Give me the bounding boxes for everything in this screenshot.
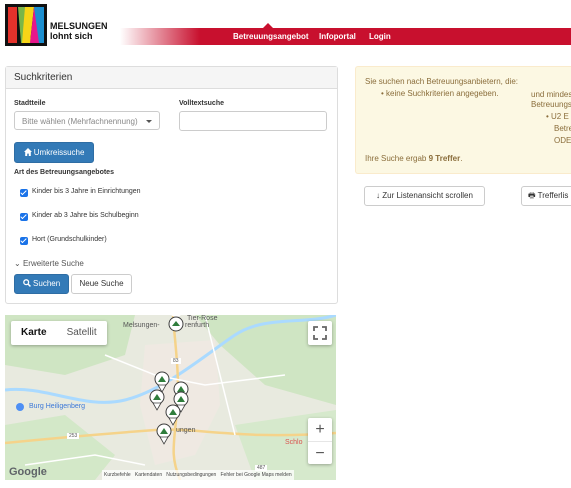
map-label-road-253: 253 — [67, 433, 80, 439]
zoom-out-button[interactable]: − — [308, 441, 332, 465]
search-panel: Suchkriterien Stadtteile Bitte wählen (M… — [5, 66, 338, 304]
volltext-input[interactable] — [179, 111, 327, 131]
checkbox-kiga-label: Kinder ab 3 Jahre bis Schulbeginn — [32, 212, 139, 219]
zoom-in-button[interactable]: + — [308, 418, 332, 441]
map-label-ungen: ungen — [176, 427, 196, 434]
map-label-rose: Tier-Rose — [187, 315, 218, 322]
search-icon — [22, 279, 31, 287]
summary-bullet-text: keine Suchkriterien angegeben. — [386, 89, 499, 98]
summary-right-5: ODE — [554, 136, 571, 145]
result-suffix: . — [460, 154, 463, 163]
chevron-down-icon — [146, 120, 152, 123]
summary-bullet: • keine Suchkriterien angegeben. — [381, 89, 499, 98]
map-type-control: Karte Satellit — [11, 321, 107, 345]
summary-intro: Sie suchen nach Betreuungsanbietern, die… — [365, 77, 518, 86]
checkbox-hort[interactable] — [20, 237, 28, 245]
stadtteile-select[interactable]: Bitte wählen (Mehrfachnennung) — [14, 111, 160, 130]
search-button[interactable]: Suchen — [14, 274, 69, 294]
brand-text: MELSUNGEN lohnt sich — [50, 21, 108, 41]
summary-right-3: • U2 E — [546, 112, 569, 121]
active-nav-indicator — [263, 23, 273, 28]
print-results-button[interactable]: 🖶 Trefferlis — [521, 186, 571, 206]
stadtteile-label: Stadtteile — [14, 100, 46, 107]
attrib-report[interactable]: Fehler bei Google Maps melden — [221, 472, 292, 478]
fullscreen-icon — [313, 326, 327, 340]
scroll-to-list-button[interactable]: ↓ Zur Listenansicht scrollen — [364, 186, 485, 206]
summary-right-3-text: U2 E — [551, 112, 569, 121]
brand-line-2: lohnt sich — [50, 31, 93, 41]
nav-betreuungsangebot[interactable]: Betreuungsangebot — [233, 29, 309, 45]
volltext-label: Volltextsuche — [179, 100, 224, 107]
checkbox-hort-label: Hort (Grundschulkinder) — [32, 236, 107, 243]
checkbox-u3-label: Kinder bis 3 Jahre in Einrichtungen — [32, 188, 141, 195]
zoom-control: + − — [308, 418, 332, 464]
attrib-terms[interactable]: Nutzungsbedingungen — [166, 472, 216, 478]
print-results-label: Trefferlis — [537, 191, 569, 200]
result-count-text: Ihre Suche ergab 9 Treffer. — [365, 154, 462, 163]
checkbox-kiga[interactable] — [20, 213, 28, 221]
summary-right-1: und mindes — [531, 90, 571, 99]
advanced-search-toggle[interactable]: ⌄ Erweiterte Suche — [14, 259, 84, 268]
nav-infoportal[interactable]: Infoportal — [319, 29, 356, 45]
melsungen-logo[interactable] — [5, 4, 47, 46]
print-icon: 🖶 — [528, 191, 536, 200]
summary-right-2: Betreuungs — [531, 100, 571, 109]
advanced-search-label: Erweiterte Suche — [22, 259, 84, 268]
scroll-to-list-label: Zur Listenansicht scrollen — [382, 191, 473, 200]
map-type-satellite[interactable]: Satellit — [57, 321, 107, 345]
search-button-label: Suchen — [33, 279, 61, 288]
stadtteile-placeholder: Bitte wählen (Mehrfachnennung) — [22, 117, 138, 126]
new-search-button[interactable]: Neue Suche — [71, 274, 132, 294]
map-label-schlo: Schlo — [285, 439, 303, 446]
summary-right-4: Betre — [554, 124, 571, 133]
brand-line-1: MELSUNGEN — [50, 21, 108, 31]
map-label-renfurth: renfurth — [185, 322, 210, 329]
map-label-melsungen: Melsungen- — [123, 322, 160, 329]
google-logo: Google — [9, 466, 47, 478]
map-widget[interactable]: Tier-Rose Melsungen- renfurth 83 Burg He… — [5, 315, 336, 480]
umkreissuche-button[interactable]: Umkreissuche — [14, 142, 94, 163]
attrib-mapdata[interactable]: Kartendaten — [135, 472, 162, 478]
map-attribution: Kurzbefehle Kartendaten Nutzungsbedingun… — [102, 470, 294, 480]
attrib-shortcuts[interactable]: Kurzbefehle — [104, 472, 131, 478]
map-label-road-83: 83 — [171, 358, 181, 364]
art-label: Art des Betreuungsangebotes — [14, 169, 114, 176]
umkreissuche-label: Umkreissuche — [33, 148, 85, 157]
map-label-heiligenberg: Burg Heiligenberg — [29, 403, 86, 410]
fullscreen-button[interactable] — [308, 321, 332, 345]
checkbox-u3[interactable] — [20, 189, 28, 197]
nav-login[interactable]: Login — [369, 29, 391, 45]
chevron-down-icon: ⌄ — [14, 259, 21, 268]
result-count: 9 Treffer — [428, 154, 461, 163]
arrow-down-icon: ↓ — [376, 191, 381, 200]
google-logo-text: Google — [9, 466, 47, 478]
search-summary-box: Sie suchen nach Betreuungsanbietern, die… — [355, 66, 571, 174]
home-icon — [23, 148, 32, 156]
result-prefix: Ihre Suche ergab — [365, 154, 427, 163]
panel-title: Suchkriterien — [6, 67, 337, 89]
map-type-map[interactable]: Karte — [11, 321, 57, 345]
